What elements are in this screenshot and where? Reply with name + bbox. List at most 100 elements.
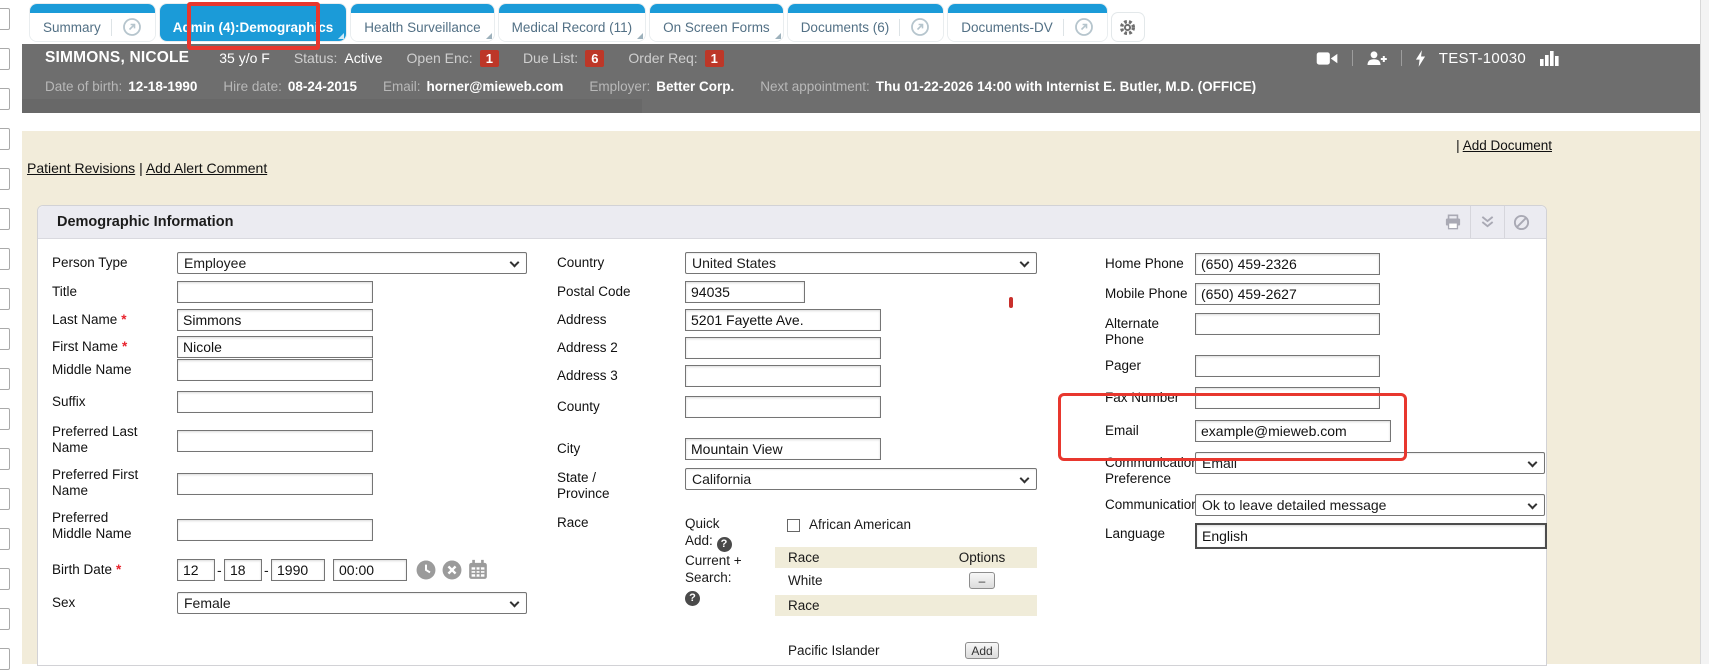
suffix-input[interactable] (177, 391, 373, 413)
order-req-badge[interactable]: 1 (705, 50, 724, 67)
chevron-down-icon (1020, 474, 1030, 484)
help-icon[interactable]: ? (685, 591, 700, 606)
add-document-area: | Add Document (1456, 138, 1552, 153)
tab-settings-button[interactable] (1112, 13, 1144, 41)
race-african-american-checkbox[interactable] (787, 519, 800, 532)
quick-action-bolt-icon[interactable] (1415, 50, 1426, 67)
postal-code-input[interactable] (685, 281, 805, 303)
pager-input[interactable] (1195, 355, 1380, 377)
open-in-new-window-icon[interactable] (910, 17, 930, 37)
rail-box (0, 128, 10, 150)
address2-label: Address 2 (557, 340, 675, 356)
preferred-middle-name-input[interactable] (177, 519, 373, 541)
tab-health-surveillance[interactable]: Health Surveillance (351, 4, 493, 41)
state-select[interactable]: California (685, 468, 1037, 490)
open-enc-group[interactable]: Open Enc: 1 (407, 50, 499, 67)
state-label: State / Province (557, 470, 632, 502)
rail-box (0, 8, 10, 30)
language-input[interactable] (1195, 523, 1547, 549)
tab-summary[interactable]: Summary (30, 4, 155, 41)
title-label: Title (52, 284, 170, 300)
address-label: Address (557, 312, 675, 328)
open-in-new-window-icon[interactable] (122, 17, 142, 37)
preferred-middle-name-label: Preferred Middle Name (52, 510, 137, 542)
patient-links: Patient Revisions | Add Alert Comment (27, 160, 267, 176)
tab-on-screen-forms[interactable]: On Screen Forms (650, 4, 783, 41)
tab-label: Documents (6) (801, 20, 890, 35)
status-value: Active (344, 50, 382, 66)
preferred-last-name-input[interactable] (177, 430, 373, 452)
address2-input[interactable] (685, 337, 881, 359)
tab-documents[interactable]: Documents (6) (788, 4, 944, 41)
open-enc-badge[interactable]: 1 (480, 50, 499, 67)
email-input[interactable] (1195, 420, 1391, 442)
panel-title: Demographic Information (57, 214, 233, 230)
due-list-group[interactable]: Due List: 6 (523, 50, 604, 67)
chevron-down-icon (1528, 500, 1538, 510)
due-list-badge[interactable]: 6 (585, 50, 604, 67)
add-document-link[interactable]: Add Document (1463, 138, 1552, 153)
video-call-icon[interactable] (1316, 51, 1339, 66)
tab-admin-demographics[interactable]: Admin (4):Demographics (160, 4, 347, 41)
add-race-button[interactable]: Add (965, 642, 998, 659)
preferred-last-name-label: Preferred Last Name (52, 424, 170, 456)
mobile-phone-input[interactable] (1195, 283, 1380, 305)
tab-accent (650, 4, 783, 13)
birth-day-input[interactable] (224, 559, 262, 581)
patient-revisions-link[interactable]: Patient Revisions (27, 160, 135, 176)
last-name-input[interactable] (177, 309, 373, 331)
disable-panel-icon[interactable] (1504, 206, 1538, 238)
calendar-icon[interactable] (468, 559, 488, 580)
first-name-input[interactable] (177, 336, 373, 358)
print-icon[interactable] (1436, 206, 1470, 238)
birth-year-input[interactable] (271, 559, 325, 581)
person-type-select[interactable]: Employee (177, 252, 527, 274)
clear-date-icon[interactable] (442, 560, 462, 580)
alternate-phone-input[interactable] (1195, 313, 1380, 335)
preferred-first-name-input[interactable] (177, 473, 373, 495)
rail-box (0, 528, 10, 550)
sex-label: Sex (52, 595, 170, 611)
chart-stats-icon[interactable] (1539, 50, 1560, 67)
address3-input[interactable] (685, 365, 881, 387)
fax-number-input[interactable] (1195, 387, 1380, 409)
required-marker: * (122, 339, 127, 354)
help-icon[interactable]: ? (717, 537, 732, 552)
order-req-group[interactable]: Order Req: 1 (628, 50, 723, 67)
collapse-panel-icon[interactable] (1470, 206, 1504, 238)
communication-preference-select[interactable]: Email (1195, 452, 1545, 474)
preferred-first-name-label: Preferred First Name (52, 467, 170, 499)
sex-select[interactable]: Female (177, 592, 527, 614)
rail-box (0, 608, 10, 630)
tab-accent (160, 4, 347, 13)
country-select[interactable]: United States (685, 252, 1037, 274)
open-in-new-window-icon[interactable] (1074, 17, 1094, 37)
rail-box (0, 368, 10, 390)
vertical-scrollbar[interactable] (1700, 0, 1709, 664)
communication-select[interactable]: Ok to leave detailed message (1195, 494, 1545, 516)
address-input[interactable] (685, 309, 881, 331)
middle-name-input[interactable] (177, 359, 373, 381)
hire-date-field: Hire date: 08-24-2015 (223, 79, 357, 94)
race-label: Race (557, 515, 675, 531)
add-person-icon[interactable] (1366, 50, 1388, 66)
race-table-row: White – (775, 568, 1037, 593)
rail-box (0, 208, 10, 230)
tab-label: Health Surveillance (364, 20, 480, 35)
birth-month-input[interactable] (177, 559, 215, 581)
race-checkbox-label: African American (809, 517, 911, 532)
county-input[interactable] (685, 396, 881, 418)
city-input[interactable] (685, 438, 881, 460)
add-alert-comment-link[interactable]: Add Alert Comment (146, 160, 267, 176)
alternate-phone-label: Alternate Phone (1105, 316, 1175, 348)
suffix-label: Suffix (52, 394, 170, 410)
tab-accent (788, 4, 944, 13)
patient-name: SIMMONS, NICOLE (45, 49, 189, 67)
birth-time-input[interactable] (333, 559, 407, 581)
clock-icon[interactable] (416, 560, 436, 580)
tab-documents-dv[interactable]: Documents-DV (948, 4, 1107, 41)
tab-medical-record[interactable]: Medical Record (11) (499, 4, 646, 41)
remove-race-button[interactable]: – (969, 572, 995, 589)
title-input[interactable] (177, 281, 373, 303)
home-phone-input[interactable] (1195, 253, 1380, 275)
